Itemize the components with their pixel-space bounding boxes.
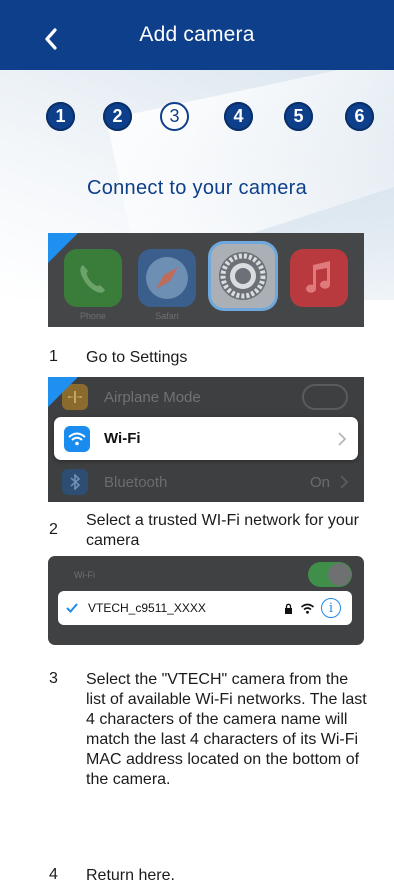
airplane-mode-row: Airplane Mode bbox=[48, 377, 364, 417]
info-icon[interactable]: i bbox=[321, 598, 341, 618]
instruction-1-number: 1 bbox=[49, 348, 58, 365]
instruction-4-number: 4 bbox=[49, 866, 58, 883]
instruction-3-text: Select the "VTECH" camera from the list … bbox=[86, 671, 367, 788]
wifi-signal-icon bbox=[301, 603, 314, 614]
back-button[interactable] bbox=[36, 24, 66, 54]
phone-app-label: Phone bbox=[79, 311, 107, 321]
checkmark-icon bbox=[66, 603, 78, 613]
bluetooth-row: Bluetooth On bbox=[48, 462, 364, 502]
app-header: Add camera bbox=[0, 0, 394, 70]
lock-icon bbox=[285, 603, 292, 614]
step-5[interactable]: 5 bbox=[284, 102, 313, 131]
instruction-1-text: Go to Settings bbox=[86, 349, 188, 366]
corner-flag bbox=[48, 233, 78, 263]
step-6[interactable]: 6 bbox=[345, 102, 374, 131]
bluetooth-state: On bbox=[309, 473, 330, 491]
wifi-settings-illustration: Airplane Mode Wi-Fi Bluetooth On bbox=[48, 377, 364, 502]
airplane-toggle bbox=[302, 384, 348, 410]
wifi-section-label: Wi-Fi bbox=[74, 570, 95, 580]
step-1[interactable]: 1 bbox=[46, 102, 75, 131]
bluetooth-icon bbox=[62, 469, 88, 495]
corner-flag bbox=[48, 377, 78, 407]
safari-app-label: Safari bbox=[155, 311, 179, 321]
network-name: VTECH_c9511_XXXX bbox=[88, 601, 206, 615]
step-3[interactable]: 3 bbox=[160, 102, 189, 131]
instruction-2-number: 2 bbox=[49, 521, 58, 538]
airplane-mode-label: Airplane Mode bbox=[104, 388, 201, 406]
settings-app-icon[interactable] bbox=[211, 244, 275, 308]
network-list-illustration: Wi-Fi VTECH_c9511_XXXX i bbox=[48, 556, 364, 645]
chevron-right-icon bbox=[340, 475, 348, 489]
step-2[interactable]: 2 bbox=[103, 102, 132, 131]
wifi-label: Wi-Fi bbox=[104, 430, 141, 447]
instruction-4-text: Return here. bbox=[86, 867, 175, 884]
music-app-icon bbox=[290, 249, 348, 307]
bluetooth-label: Bluetooth bbox=[104, 473, 168, 491]
page-title: Add camera bbox=[139, 23, 255, 46]
wifi-toggle bbox=[308, 562, 352, 587]
section-title: Connect to your camera bbox=[86, 177, 308, 199]
instruction-2-text: Select a trusted WI-Fi network for your … bbox=[86, 512, 359, 549]
wifi-row[interactable]: Wi-Fi bbox=[54, 417, 358, 460]
wifi-icon bbox=[64, 425, 90, 452]
safari-app-icon bbox=[138, 249, 196, 307]
step-4[interactable]: 4 bbox=[224, 102, 253, 131]
chevron-left-icon bbox=[45, 28, 57, 50]
network-row[interactable]: VTECH_c9511_XXXX i bbox=[58, 591, 352, 625]
settings-app-illustration: Phone Safari bbox=[48, 233, 364, 327]
instruction-3-number: 3 bbox=[49, 670, 58, 687]
chevron-right-icon bbox=[338, 431, 346, 446]
